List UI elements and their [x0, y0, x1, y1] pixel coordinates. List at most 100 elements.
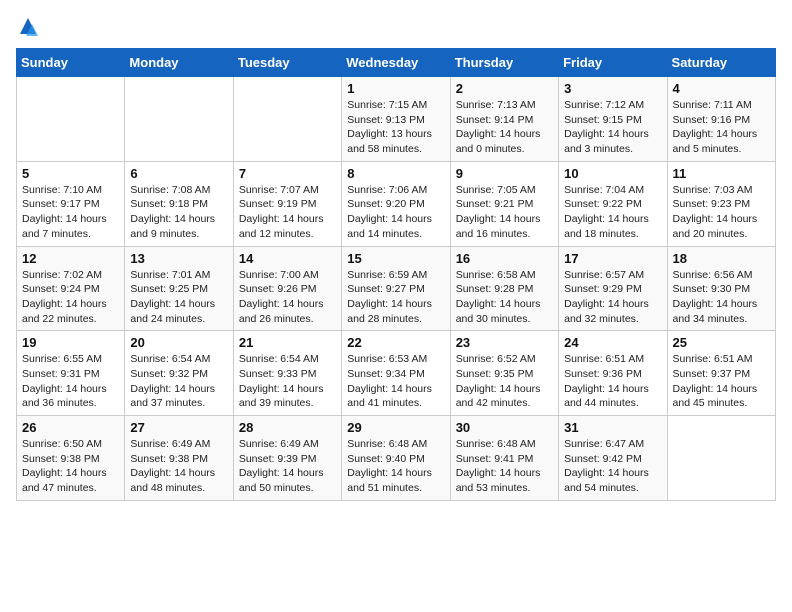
logo: [16, 16, 44, 40]
day-number: 24: [564, 335, 661, 350]
day-number: 12: [22, 251, 119, 266]
calendar-cell: 29 Sunrise: 6:48 AMSunset: 9:40 PMDayligh…: [342, 416, 450, 501]
day-number: 28: [239, 420, 336, 435]
day-number: 23: [456, 335, 553, 350]
calendar-cell: 13Sunrise: 7:01 AMSunset: 9:25 PMDayligh…: [125, 246, 233, 331]
day-info: Sunrise: 7:03 AMSunset: 9:23 PMDaylight:…: [673, 183, 770, 242]
day-number: 26: [22, 420, 119, 435]
day-info: Sunrise: 6:55 AMSunset: 9:31 PMDaylight:…: [22, 352, 119, 411]
day-info: Sunrise: 6:48 AMSunset: 9:41 PMDaylight:…: [456, 437, 553, 496]
week-row-4: 19 Sunrise: 6:55 AMSunset: 9:31 PMDayligh…: [17, 331, 776, 416]
week-row-2: 5Sunrise: 7:10 AMSunset: 9:17 PMDaylight…: [17, 161, 776, 246]
calendar-cell: 11 Sunrise: 7:03 AMSunset: 9:23 PMDayligh…: [667, 161, 775, 246]
day-number: 29: [347, 420, 444, 435]
day-info: Sunrise: 7:06 AMSunset: 9:20 PMDaylight:…: [347, 183, 444, 242]
calendar-cell: 1 Sunrise: 7:15 AMSunset: 9:13 PMDaylight…: [342, 77, 450, 162]
calendar-cell: [233, 77, 341, 162]
calendar-cell: 14 Sunrise: 7:00 AMSunset: 9:26 PMDayligh…: [233, 246, 341, 331]
day-number: 14: [239, 251, 336, 266]
day-number: 21: [239, 335, 336, 350]
day-number: 10: [564, 166, 661, 181]
day-number: 2: [456, 81, 553, 96]
day-info: Sunrise: 6:51 AMSunset: 9:37 PMDaylight:…: [673, 352, 770, 411]
day-number: 6: [130, 166, 227, 181]
calendar-cell: 20 Sunrise: 6:54 AMSunset: 9:32 PMDayligh…: [125, 331, 233, 416]
day-number: 1: [347, 81, 444, 96]
calendar-cell: 10 Sunrise: 7:04 AMSunset: 9:22 PMDayligh…: [559, 161, 667, 246]
calendar-cell: 2 Sunrise: 7:13 AMSunset: 9:14 PMDaylight…: [450, 77, 558, 162]
weekday-header-tuesday: Tuesday: [233, 49, 341, 77]
day-info: Sunrise: 6:53 AMSunset: 9:34 PMDaylight:…: [347, 352, 444, 411]
weekday-header-saturday: Saturday: [667, 49, 775, 77]
week-row-3: 12 Sunrise: 7:02 AMSunset: 9:24 PMDayligh…: [17, 246, 776, 331]
day-info: Sunrise: 7:08 AMSunset: 9:18 PMDaylight:…: [130, 183, 227, 242]
day-info: Sunrise: 7:07 AMSunset: 9:19 PMDaylight:…: [239, 183, 336, 242]
calendar-cell: [17, 77, 125, 162]
calendar-cell: 31Sunrise: 6:47 AMSunset: 9:42 PMDayligh…: [559, 416, 667, 501]
calendar-cell: 9Sunrise: 7:05 AMSunset: 9:21 PMDaylight…: [450, 161, 558, 246]
day-info: Sunrise: 6:51 AMSunset: 9:36 PMDaylight:…: [564, 352, 661, 411]
day-info: Sunrise: 6:54 AMSunset: 9:32 PMDaylight:…: [130, 352, 227, 411]
day-info: Sunrise: 7:15 AMSunset: 9:13 PMDaylight:…: [347, 98, 444, 157]
calendar-cell: 17 Sunrise: 6:57 AMSunset: 9:29 PMDayligh…: [559, 246, 667, 331]
day-number: 7: [239, 166, 336, 181]
day-number: 25: [673, 335, 770, 350]
day-number: 4: [673, 81, 770, 96]
calendar-cell: 7 Sunrise: 7:07 AMSunset: 9:19 PMDaylight…: [233, 161, 341, 246]
calendar-cell: 22 Sunrise: 6:53 AMSunset: 9:34 PMDayligh…: [342, 331, 450, 416]
day-info: Sunrise: 7:00 AMSunset: 9:26 PMDaylight:…: [239, 268, 336, 327]
calendar-cell: [667, 416, 775, 501]
day-info: Sunrise: 6:54 AMSunset: 9:33 PMDaylight:…: [239, 352, 336, 411]
day-number: 22: [347, 335, 444, 350]
day-info: Sunrise: 7:01 AMSunset: 9:25 PMDaylight:…: [130, 268, 227, 327]
logo-icon: [16, 16, 40, 40]
day-number: 19: [22, 335, 119, 350]
day-info: Sunrise: 6:57 AMSunset: 9:29 PMDaylight:…: [564, 268, 661, 327]
calendar-cell: 27 Sunrise: 6:49 AMSunset: 9:38 PMDayligh…: [125, 416, 233, 501]
calendar-cell: 18 Sunrise: 6:56 AMSunset: 9:30 PMDayligh…: [667, 246, 775, 331]
day-number: 17: [564, 251, 661, 266]
day-info: Sunrise: 7:12 AMSunset: 9:15 PMDaylight:…: [564, 98, 661, 157]
calendar-cell: 30 Sunrise: 6:48 AMSunset: 9:41 PMDayligh…: [450, 416, 558, 501]
calendar-cell: 15 Sunrise: 6:59 AMSunset: 9:27 PMDayligh…: [342, 246, 450, 331]
weekday-header-sunday: Sunday: [17, 49, 125, 77]
week-row-5: 26 Sunrise: 6:50 AMSunset: 9:38 PMDayligh…: [17, 416, 776, 501]
calendar-cell: 5Sunrise: 7:10 AMSunset: 9:17 PMDaylight…: [17, 161, 125, 246]
weekday-header-row: SundayMondayTuesdayWednesdayThursdayFrid…: [17, 49, 776, 77]
day-number: 11: [673, 166, 770, 181]
day-number: 3: [564, 81, 661, 96]
weekday-header-wednesday: Wednesday: [342, 49, 450, 77]
day-info: Sunrise: 7:02 AMSunset: 9:24 PMDaylight:…: [22, 268, 119, 327]
calendar-cell: 4 Sunrise: 7:11 AMSunset: 9:16 PMDaylight…: [667, 77, 775, 162]
calendar-cell: 6 Sunrise: 7:08 AMSunset: 9:18 PMDaylight…: [125, 161, 233, 246]
day-number: 20: [130, 335, 227, 350]
day-number: 16: [456, 251, 553, 266]
day-number: 27: [130, 420, 227, 435]
day-info: Sunrise: 7:10 AMSunset: 9:17 PMDaylight:…: [22, 183, 119, 242]
header: [16, 16, 776, 40]
calendar-cell: 24 Sunrise: 6:51 AMSunset: 9:36 PMDayligh…: [559, 331, 667, 416]
day-info: Sunrise: 6:52 AMSunset: 9:35 PMDaylight:…: [456, 352, 553, 411]
calendar-cell: 8 Sunrise: 7:06 AMSunset: 9:20 PMDaylight…: [342, 161, 450, 246]
calendar-table: SundayMondayTuesdayWednesdayThursdayFrid…: [16, 48, 776, 501]
day-info: Sunrise: 6:59 AMSunset: 9:27 PMDaylight:…: [347, 268, 444, 327]
day-info: Sunrise: 6:56 AMSunset: 9:30 PMDaylight:…: [673, 268, 770, 327]
day-number: 18: [673, 251, 770, 266]
calendar-cell: 23 Sunrise: 6:52 AMSunset: 9:35 PMDayligh…: [450, 331, 558, 416]
day-info: Sunrise: 6:48 AMSunset: 9:40 PMDaylight:…: [347, 437, 444, 496]
weekday-header-thursday: Thursday: [450, 49, 558, 77]
weekday-header-monday: Monday: [125, 49, 233, 77]
day-info: Sunrise: 6:50 AMSunset: 9:38 PMDaylight:…: [22, 437, 119, 496]
calendar-cell: 21 Sunrise: 6:54 AMSunset: 9:33 PMDayligh…: [233, 331, 341, 416]
day-info: Sunrise: 7:13 AMSunset: 9:14 PMDaylight:…: [456, 98, 553, 157]
week-row-1: 1 Sunrise: 7:15 AMSunset: 9:13 PMDaylight…: [17, 77, 776, 162]
day-number: 30: [456, 420, 553, 435]
day-number: 9: [456, 166, 553, 181]
day-number: 8: [347, 166, 444, 181]
day-number: 15: [347, 251, 444, 266]
day-info: Sunrise: 7:11 AMSunset: 9:16 PMDaylight:…: [673, 98, 770, 157]
day-info: Sunrise: 6:49 AMSunset: 9:38 PMDaylight:…: [130, 437, 227, 496]
day-info: Sunrise: 7:04 AMSunset: 9:22 PMDaylight:…: [564, 183, 661, 242]
calendar-cell: 3 Sunrise: 7:12 AMSunset: 9:15 PMDaylight…: [559, 77, 667, 162]
calendar-cell: 12 Sunrise: 7:02 AMSunset: 9:24 PMDayligh…: [17, 246, 125, 331]
